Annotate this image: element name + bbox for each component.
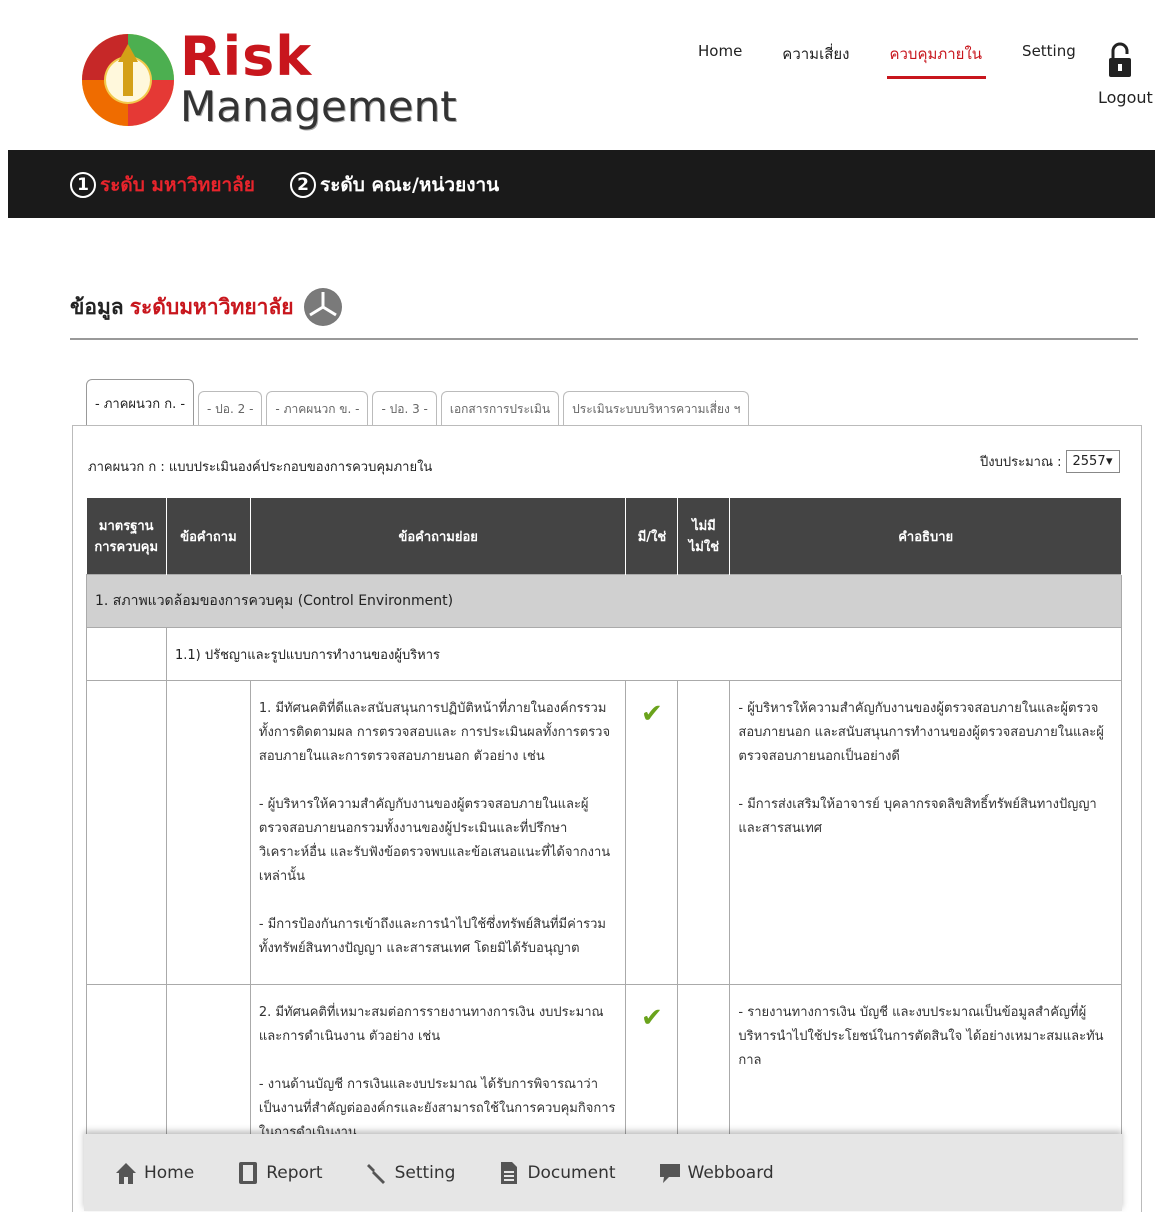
panel-title: ภาคผนวก ก : แบบประเมินองค์ประกอบของการคว… (88, 460, 433, 475)
book-icon (239, 1161, 258, 1184)
level-faculty[interactable]: 2 ระดับ คณะ/หน่วยงาน (290, 170, 499, 200)
level-university[interactable]: 1 ระดับ มหาวิทยาลัย (70, 170, 255, 200)
bottom-nav-webboard-label: Webboard (687, 1162, 774, 1183)
empty-cell (86, 627, 167, 681)
logo-emblem[interactable] (78, 20, 178, 150)
header-yes: มี/ใช่ (625, 498, 679, 575)
brand-logo[interactable]: Risk Management (180, 30, 457, 130)
tab-evaluation-docs[interactable]: เอกสารการประเมิน (440, 391, 560, 426)
chat-bubble-icon (659, 1163, 680, 1183)
description-text: - มีการส่งเสริมให้อาจารย์ บุคลากรจดลิขสิ… (738, 797, 1097, 836)
no-cell[interactable] (677, 680, 731, 985)
header-description: คำอธิบาย (729, 498, 1122, 575)
yes-cell[interactable]: ✔ (625, 680, 679, 985)
bottom-nav-setting[interactable]: Setting (365, 1160, 456, 1186)
tab-por-2[interactable]: - ปอ. 2 - (198, 391, 263, 426)
home-icon (116, 1162, 136, 1184)
group-label: 1. สภาพแวดล้อมของการควบคุม (Control Envi… (86, 574, 1122, 628)
header-no: ไม่มี ไม่ใช่ (677, 498, 731, 575)
empty-cell (86, 680, 167, 985)
fiscal-year-label: ปีงบประมาณ : (980, 455, 1062, 470)
nav-home[interactable]: Home (698, 42, 742, 82)
nav-setting[interactable]: Setting (1022, 42, 1076, 82)
fiscal-year-select[interactable]: 2557 ▾ (1065, 450, 1120, 473)
header-subquestion: ข้อคำถามย่อย (250, 498, 627, 575)
top-nav: Home ความเสี่ยง ควบคุมภายใน Setting (698, 42, 1116, 82)
logout-label: Logout (1098, 88, 1153, 107)
check-icon: ✔ (641, 699, 663, 729)
brand-risk: Risk (180, 25, 313, 88)
section-divider (70, 338, 1138, 340)
nav-risk[interactable]: ความเสี่ยง (782, 42, 849, 82)
subquestion-text: - มีการป้องกันการเข้าถึงและการนำไปใช้ซึ่… (258, 917, 606, 956)
description-text: - ผู้บริหารให้ความสำคัญกับงานของผู้ตรวจส… (738, 701, 1104, 764)
header-standard: มาตรฐาน การควบคุม (86, 498, 167, 575)
tab-por-3[interactable]: - ปอ. 3 - (372, 391, 437, 426)
table-group-row: 1. สภาพแวดล้อมของการควบคุม (Control Envi… (86, 574, 1122, 628)
lock-icon (1109, 42, 1131, 77)
check-icon: ✔ (641, 1003, 663, 1033)
level-1-label: ระดับ มหาวิทยาลัย (100, 174, 255, 196)
subquestion-cell: 1. มีทัศนคติที่ดีและสนับสนุนการปฏิบัติหน… (249, 680, 627, 985)
header: Risk Management Home ความเสี่ยง ควบคุมภา… (8, 0, 1155, 150)
level-1-number: 1 (70, 172, 96, 198)
tab-appendix-a[interactable]: - ภาคผนวก ก. - (86, 379, 195, 426)
bottom-nav-report-label: Report (266, 1162, 323, 1183)
table-header: มาตรฐาน การควบคุม ข้อคำถาม ข้อคำถามย่อย … (86, 498, 1122, 575)
section-badge-icon (303, 288, 342, 326)
bottom-nav-report[interactable]: Report (236, 1160, 323, 1186)
subquestion-text: - ผู้บริหารให้ความสำคัญกับงานของผู้ตรวจส… (258, 797, 611, 884)
header-question: ข้อคำถาม (166, 498, 251, 575)
bottom-nav-document-label: Document (527, 1162, 616, 1183)
fiscal-year-value: 2557 (1072, 454, 1106, 469)
bottom-nav-home-label: Home (144, 1162, 195, 1183)
tab-bar: - ภาคผนวก ก. - - ปอ. 2 - - ภาคผนวก ข. - … (86, 378, 753, 426)
brand-management: Management (180, 82, 457, 131)
document-icon (501, 1161, 518, 1184)
wrench-icon (366, 1163, 385, 1184)
level-2-number: 2 (290, 172, 316, 198)
bottom-nav: Home Report Setting Document Webboard (84, 1134, 1122, 1211)
tab-appendix-b[interactable]: - ภาคผนวก ข. - (266, 391, 369, 426)
tab-risk-system-eval[interactable]: ประเมินระบบบริหารความเสี่ยง ฯ (563, 391, 750, 426)
logout-button[interactable]: Logout (1098, 42, 1153, 107)
fiscal-year: ปีงบประมาณ : 2557 ▾ (980, 450, 1120, 473)
assessment-table: มาตรฐาน การควบคุม ข้อคำถาม ข้อคำถามย่อย … (86, 498, 1123, 1185)
table-subgroup-row: 1.1) ปรัชญาและรูปแบบการทำงานของผู้บริหาร (86, 627, 1123, 681)
level-2-label: ระดับ คณะ/หน่วยงาน (320, 174, 500, 196)
empty-cell (165, 680, 251, 985)
page-title-prefix: ข้อมูล (70, 294, 124, 319)
bottom-nav-setting-label: Setting (394, 1162, 456, 1183)
nav-internal-control[interactable]: ควบคุมภายใน (887, 42, 986, 82)
bottom-nav-webboard[interactable]: Webboard (658, 1160, 774, 1186)
subquestion-text: 1. มีทัศนคติที่ดีและสนับสนุนการปฏิบัติหน… (258, 701, 611, 764)
bottom-nav-document[interactable]: Document (497, 1160, 616, 1186)
dropdown-arrow-icon: ▾ (1105, 454, 1113, 469)
subquestion-text: 2. มีทัศนคติที่เหมาะสมต่อการรายงานทางการ… (258, 1005, 604, 1044)
table-row: 1. มีทัศนคติที่ดีและสนับสนุนการปฏิบัติหน… (86, 680, 1122, 985)
description-text: - รายงานทางการเงิน บัญชี และงบประมาณเป็น… (738, 1005, 1104, 1068)
page-title: ข้อมูล ระดับมหาวิทยาลัย (70, 288, 342, 326)
description-cell: - ผู้บริหารให้ความสำคัญกับงานของผู้ตรวจส… (729, 680, 1122, 985)
level-bar: 1 ระดับ มหาวิทยาลัย 2 ระดับ คณะ/หน่วยงาน (8, 150, 1155, 218)
subgroup-label: 1.1) ปรัชญาและรูปแบบการทำงานของผู้บริหาร (165, 627, 1123, 681)
page-title-highlight: ระดับมหาวิทยาลัย (129, 294, 294, 319)
bottom-nav-home[interactable]: Home (114, 1160, 194, 1186)
